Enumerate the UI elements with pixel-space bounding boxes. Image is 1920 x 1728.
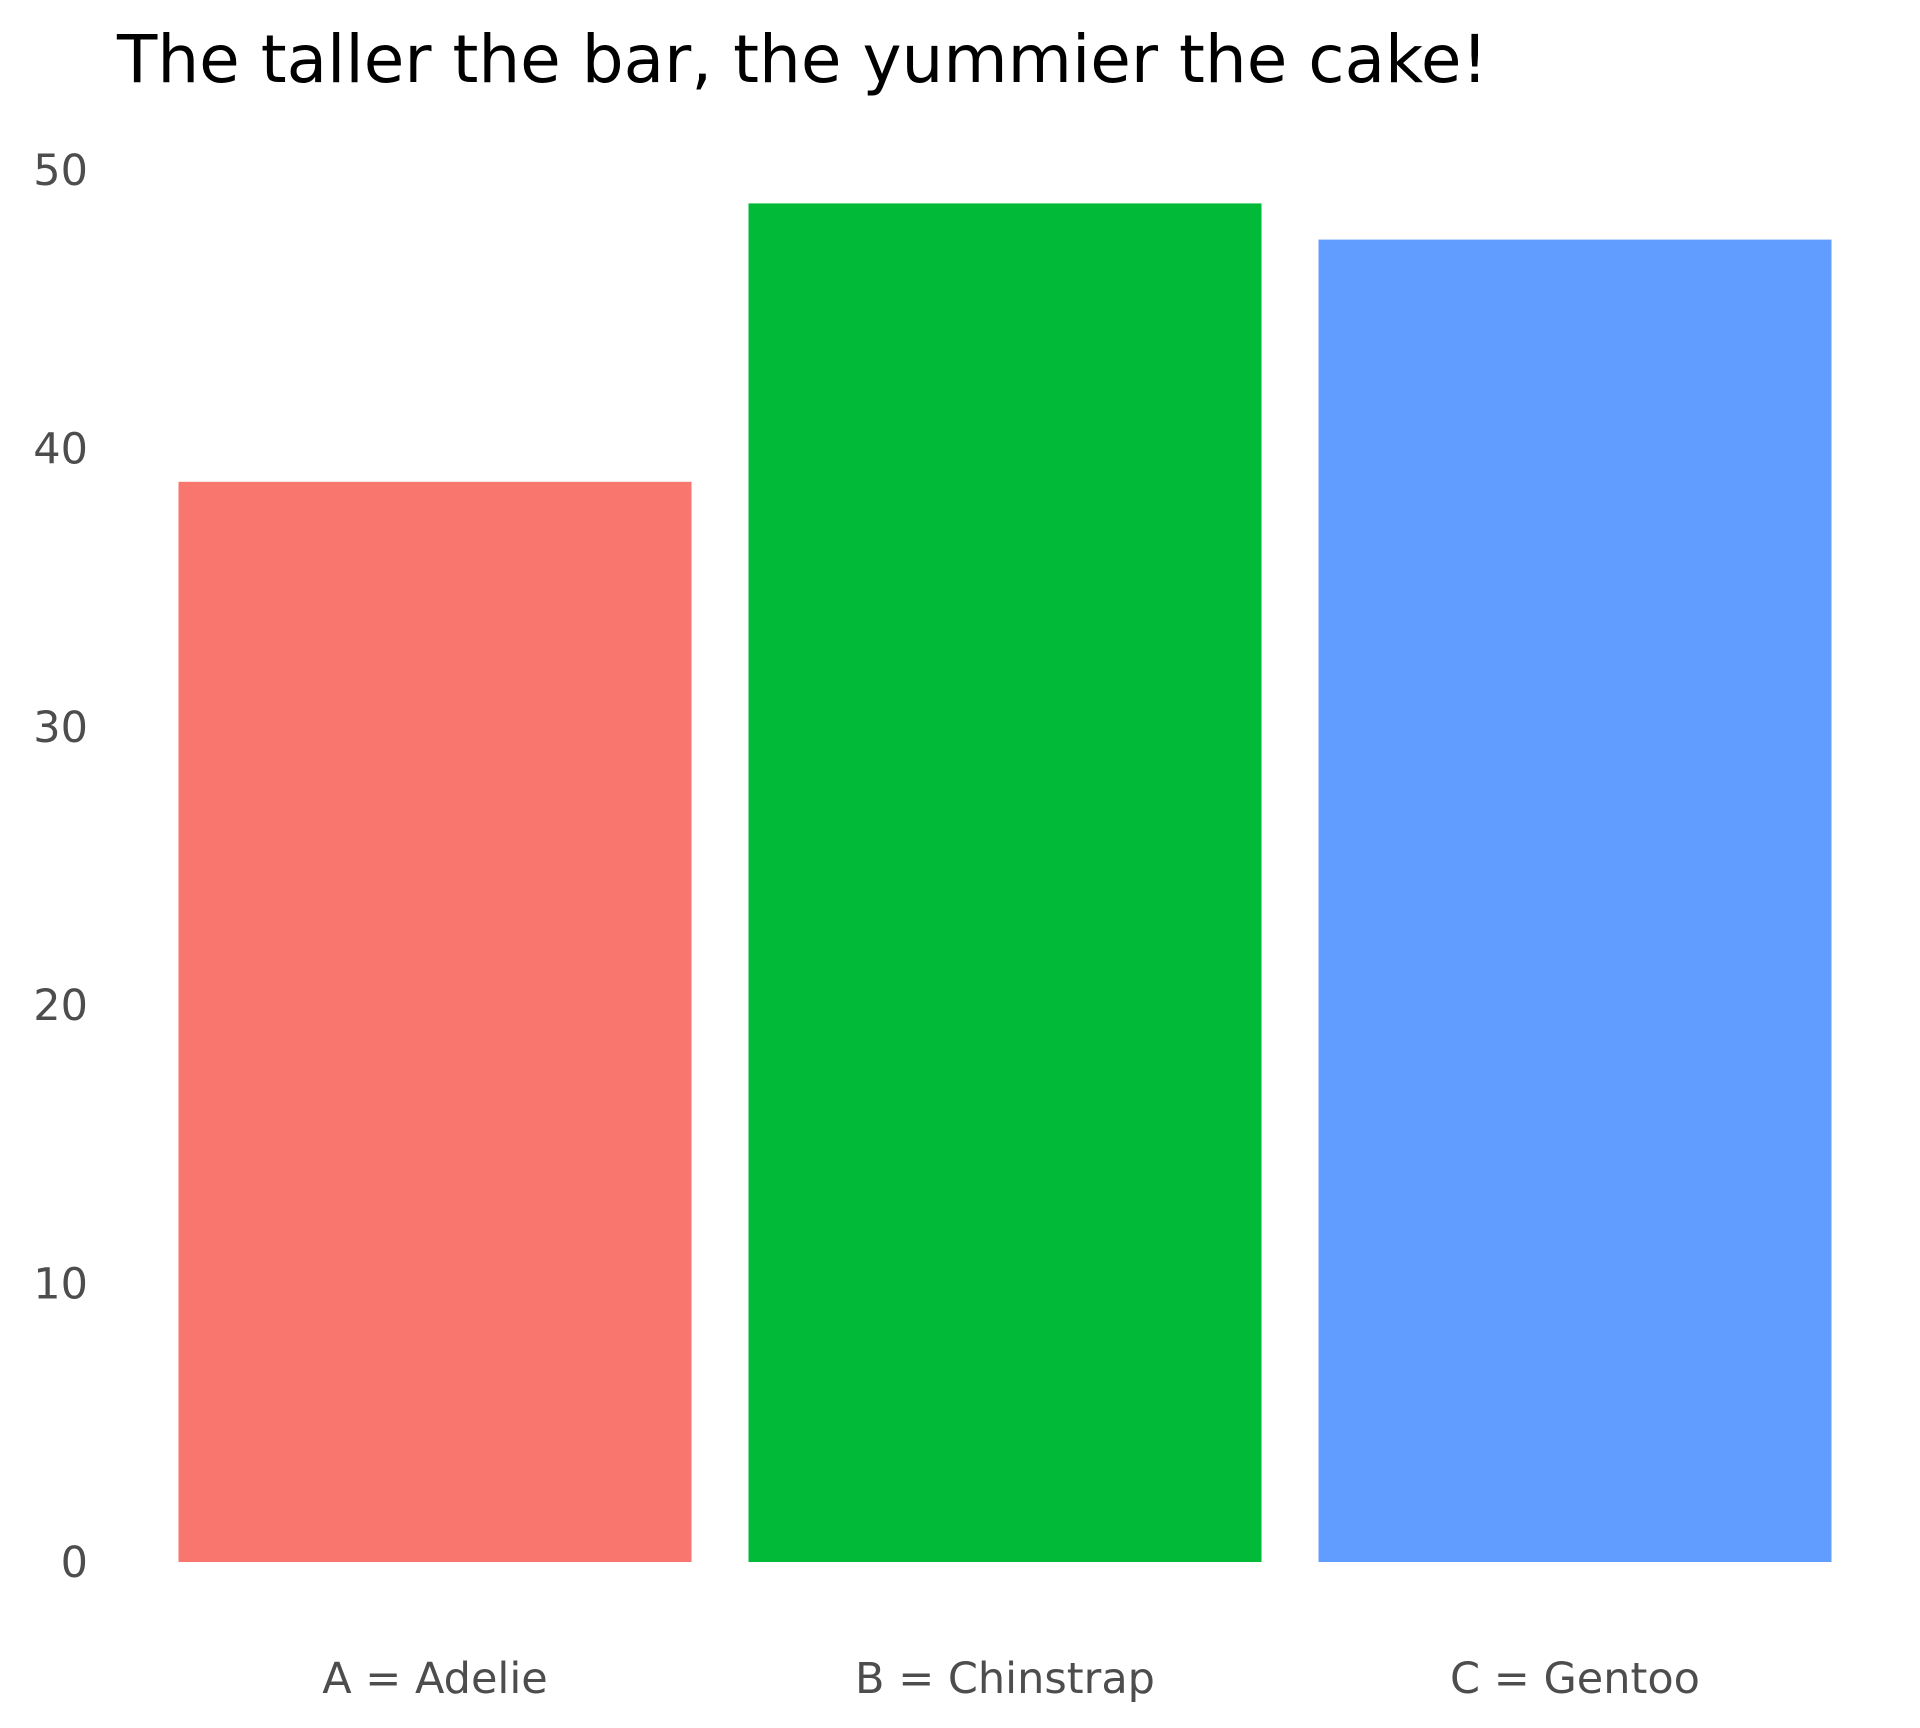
bar xyxy=(178,481,692,1563)
y-tick-label: 10 xyxy=(33,1260,88,1310)
bar xyxy=(748,203,1262,1563)
y-tick-label: 30 xyxy=(33,703,88,753)
y-tick-label: 50 xyxy=(33,146,88,196)
y-tick-label: 20 xyxy=(33,981,88,1031)
y-tick-label: 40 xyxy=(33,424,88,474)
x-tick-label: B = Chinstrap xyxy=(855,1654,1155,1704)
y-axis: 0 10 20 30 40 50 xyxy=(33,146,88,1588)
bar xyxy=(1318,239,1832,1563)
x-tick-label: A = Adelie xyxy=(322,1654,548,1704)
x-axis: A = Adelie B = Chinstrap C = Gentoo xyxy=(322,1654,1700,1704)
bar-chart: The taller the bar, the yummier the cake… xyxy=(33,21,1832,1704)
plot-area xyxy=(178,203,1832,1563)
chart-title: The taller the bar, the yummier the cake… xyxy=(116,21,1488,98)
y-tick-label: 0 xyxy=(61,1538,88,1588)
x-tick-label: C = Gentoo xyxy=(1450,1654,1700,1704)
